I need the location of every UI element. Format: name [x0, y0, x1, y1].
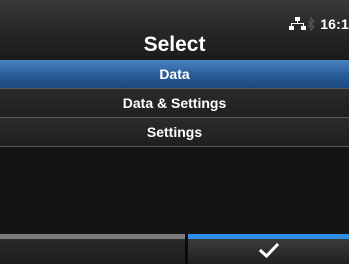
confirm-button[interactable] — [188, 234, 349, 264]
clock: 16:19 — [320, 16, 349, 32]
printer-screen: 16:19 Select Data Data & Settings Settin… — [0, 0, 349, 264]
footer-buttons — [0, 234, 349, 264]
network-icon — [289, 17, 307, 31]
menu-item-data-and-settings[interactable]: Data & Settings — [0, 89, 349, 118]
back-button[interactable] — [0, 234, 185, 264]
menu-item-settings[interactable]: Settings — [0, 118, 349, 147]
select-menu: Data Data & Settings Settings — [0, 60, 349, 147]
bluetooth-icon — [307, 16, 316, 32]
checkmark-icon — [188, 242, 349, 264]
menu-item-data[interactable]: Data — [0, 60, 349, 89]
status-area: 16:19 — [289, 16, 349, 32]
header-bar: 16:19 Select — [0, 0, 349, 60]
page-title: Select — [143, 33, 206, 56]
